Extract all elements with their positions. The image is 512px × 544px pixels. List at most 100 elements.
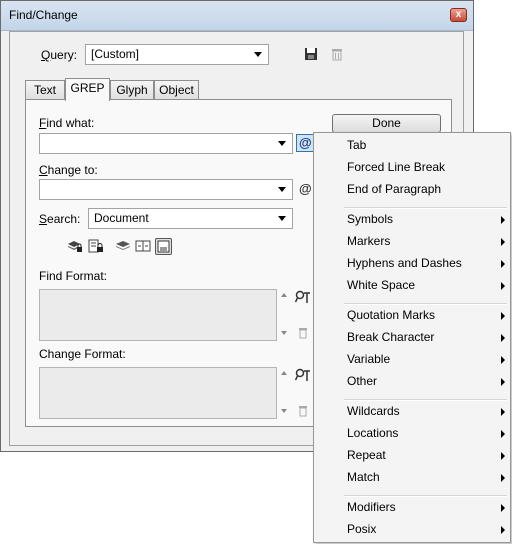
include-locked-layers-icon bbox=[68, 241, 82, 252]
query-select[interactable]: [Custom] bbox=[85, 44, 269, 65]
chevron-down-icon bbox=[278, 141, 286, 146]
chevron-right-icon bbox=[501, 452, 505, 460]
special-characters-icon: @ bbox=[299, 181, 312, 196]
chevron-right-icon bbox=[501, 474, 505, 482]
menu-item-end-of-paragraph[interactable]: End of Paragraph bbox=[347, 182, 505, 196]
chevron-right-icon bbox=[501, 238, 505, 246]
save-query-button[interactable] bbox=[304, 47, 320, 63]
query-label: Query: bbox=[41, 48, 78, 62]
tab-label: Glyph bbox=[116, 83, 148, 97]
scroll-down-icon[interactable] bbox=[281, 331, 287, 335]
menu-item-label: Symbols bbox=[347, 212, 394, 226]
menu-item-modifiers[interactable]: Modifiers bbox=[347, 500, 505, 514]
scroll-up-icon[interactable] bbox=[281, 293, 287, 297]
change-to-label: Change to: bbox=[39, 163, 98, 177]
menu-separator bbox=[344, 303, 507, 305]
chevron-right-icon bbox=[501, 356, 505, 364]
close-icon: x bbox=[455, 9, 462, 20]
search-scope-value: Document bbox=[94, 211, 149, 225]
specify-change-format-button[interactable] bbox=[294, 367, 311, 383]
menu-item-label: Wildcards bbox=[347, 404, 400, 418]
special-characters-menu: Tab Forced Line Break End of Paragraph Symb… bbox=[313, 132, 511, 543]
menu-item-label: Markers bbox=[347, 234, 391, 248]
menu-separator bbox=[344, 495, 507, 497]
clear-change-format-button[interactable] bbox=[297, 405, 313, 421]
include-footnotes-toggle[interactable] bbox=[155, 238, 172, 255]
include-locked-layers-toggle[interactable] bbox=[67, 238, 83, 254]
search-label: Search: bbox=[39, 212, 81, 226]
include-locked-stories-icon bbox=[88, 239, 103, 253]
chevron-down-icon bbox=[278, 187, 286, 192]
menu-item-wildcards[interactable]: Wildcards bbox=[347, 404, 505, 418]
chevron-right-icon bbox=[501, 378, 505, 386]
tab-grep[interactable]: GREP bbox=[65, 78, 110, 101]
menu-item-match[interactable]: Match bbox=[347, 470, 505, 484]
save-query-icon bbox=[305, 48, 317, 60]
menu-item-label: Match bbox=[347, 470, 380, 484]
tab-label: GREP bbox=[70, 81, 105, 95]
scroll-down-icon[interactable] bbox=[281, 409, 287, 413]
menu-item-break-character[interactable]: Break Character bbox=[347, 330, 505, 344]
clear-find-format-button[interactable] bbox=[297, 327, 313, 343]
include-locked-stories-toggle[interactable] bbox=[88, 238, 104, 254]
menu-item-label: Locations bbox=[347, 426, 399, 440]
menu-item-symbols[interactable]: Symbols bbox=[347, 212, 505, 226]
specify-find-format-button[interactable] bbox=[294, 289, 311, 305]
menu-item-label: Forced Line Break bbox=[347, 160, 446, 174]
menu-item-label: Posix bbox=[347, 522, 377, 536]
menu-item-variable[interactable]: Variable bbox=[347, 352, 505, 366]
include-hidden-layers-icon bbox=[116, 241, 130, 250]
specify-format-icon bbox=[294, 290, 310, 303]
find-what-input[interactable] bbox=[39, 133, 293, 154]
chevron-right-icon bbox=[501, 216, 505, 224]
menu-item-label: Variable bbox=[347, 352, 391, 366]
close-button[interactable]: x bbox=[450, 8, 467, 22]
chevron-right-icon bbox=[501, 504, 505, 512]
done-button[interactable]: Done bbox=[332, 114, 441, 133]
delete-query-icon bbox=[332, 49, 342, 61]
tab-label: Object bbox=[159, 83, 194, 97]
find-format-label: Find Format: bbox=[39, 269, 108, 283]
include-hidden-layers-toggle[interactable] bbox=[115, 238, 131, 254]
find-special-characters-button[interactable]: @ bbox=[296, 134, 314, 152]
change-format-box[interactable] bbox=[39, 367, 277, 419]
menu-item-label: End of Paragraph bbox=[347, 182, 442, 196]
tab-object[interactable]: Object bbox=[154, 80, 199, 100]
menu-item-locations[interactable]: Locations bbox=[347, 426, 505, 440]
menu-item-label: White Space bbox=[347, 278, 416, 292]
tab-text[interactable]: Text bbox=[25, 80, 65, 100]
tab-glyph[interactable]: Glyph bbox=[110, 80, 154, 100]
change-to-input[interactable] bbox=[39, 179, 293, 200]
menu-item-quotation-marks[interactable]: Quotation Marks bbox=[347, 308, 505, 322]
find-format-box[interactable] bbox=[39, 289, 277, 341]
menu-item-forced-line-break[interactable]: Forced Line Break bbox=[347, 160, 505, 174]
menu-item-white-space[interactable]: White Space bbox=[347, 278, 505, 292]
clear-format-icon bbox=[299, 328, 307, 339]
menu-item-repeat[interactable]: Repeat bbox=[347, 448, 505, 462]
menu-item-posix[interactable]: Posix bbox=[347, 522, 505, 536]
chevron-down-icon bbox=[278, 216, 286, 221]
chevron-down-icon bbox=[254, 52, 262, 57]
delete-query-button[interactable] bbox=[330, 47, 346, 63]
clear-format-icon bbox=[299, 406, 307, 417]
menu-item-label: Tab bbox=[347, 138, 367, 152]
search-scope-select[interactable]: Document bbox=[88, 208, 293, 229]
menu-item-label: Repeat bbox=[347, 448, 386, 462]
chevron-right-icon bbox=[501, 260, 505, 268]
menu-item-markers[interactable]: Markers bbox=[347, 234, 505, 248]
chevron-right-icon bbox=[501, 334, 505, 342]
title-bar[interactable]: Find/Change x bbox=[1, 1, 473, 31]
include-footnotes-icon bbox=[157, 240, 170, 253]
specify-format-icon bbox=[294, 368, 310, 381]
menu-item-label: Other bbox=[347, 374, 378, 388]
window-title: Find/Change bbox=[9, 8, 78, 22]
menu-item-hyphens-and-dashes[interactable]: Hyphens and Dashes bbox=[347, 256, 505, 270]
tab-label: Text bbox=[33, 83, 56, 97]
scroll-up-icon[interactable] bbox=[281, 371, 287, 375]
include-master-pages-toggle[interactable] bbox=[135, 238, 151, 254]
include-master-pages-icon bbox=[135, 240, 151, 252]
chevron-right-icon bbox=[501, 430, 505, 438]
menu-item-other[interactable]: Other bbox=[347, 374, 505, 388]
menu-item-tab[interactable]: Tab bbox=[347, 138, 505, 152]
change-format-label: Change Format: bbox=[39, 347, 126, 361]
